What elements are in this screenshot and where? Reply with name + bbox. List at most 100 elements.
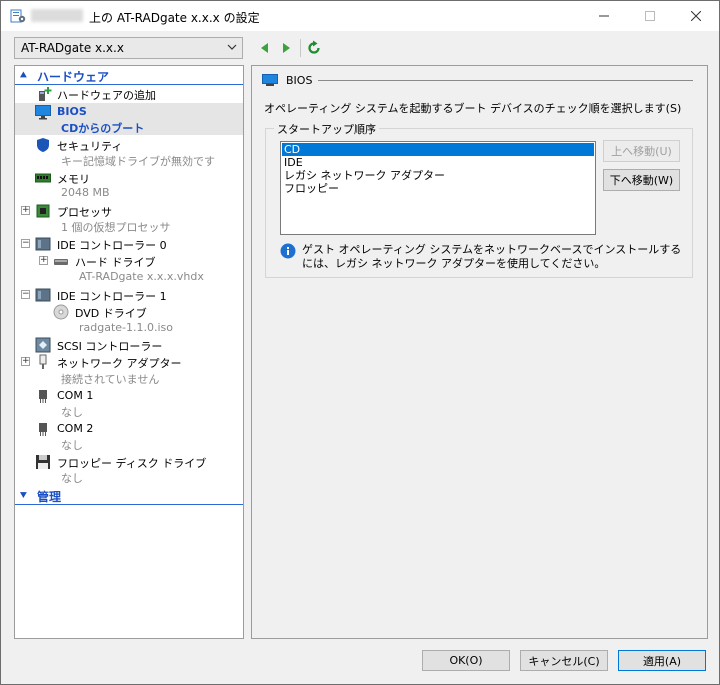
sidebar-item-detail: なし <box>61 472 83 485</box>
minimize-button[interactable] <box>581 1 627 31</box>
cancel-button[interactable]: キャンセル(C) <box>520 650 608 671</box>
back-arrow-icon[interactable] <box>257 40 273 56</box>
processor-icon <box>36 204 50 218</box>
expand-icon[interactable]: + <box>39 256 48 265</box>
sidebar-item-scsi-controller[interactable]: SCSI コントローラー <box>15 336 243 353</box>
sidebar-item-detail: CDからのブート <box>61 122 145 135</box>
sidebar-item-ide-controller-0[interactable]: − IDE コントローラー 0 <box>15 235 243 252</box>
com-port-icon <box>39 423 47 436</box>
sidebar-item-detail: radgate-1.1.0.iso <box>79 321 174 334</box>
close-button[interactable] <box>673 1 719 31</box>
dvd-disc-icon <box>53 304 69 320</box>
sidebar-item-detail: 1 個の仮想プロセッサ <box>61 221 171 234</box>
monitor-icon <box>35 105 51 120</box>
sidebar-item-label: IDE コントローラー 1 <box>57 290 167 303</box>
maximize-button[interactable] <box>627 1 673 31</box>
ok-button[interactable]: OK(O) <box>422 650 510 671</box>
floppy-disk-icon <box>36 455 50 469</box>
management-section-header[interactable]: ⯆ 管理 <box>15 487 243 505</box>
sidebar-item-dvd-drive[interactable]: DVD ドライブ radgate-1.1.0.iso <box>15 303 243 335</box>
expand-icon[interactable]: + <box>21 206 30 215</box>
sidebar-item-label: BIOS <box>57 105 87 118</box>
close-icon <box>691 11 701 21</box>
refresh-icon[interactable] <box>306 40 322 56</box>
boot-item-ide[interactable]: IDE <box>282 156 594 169</box>
hardware-section-label: ハードウェア <box>37 70 110 84</box>
collapse-icon: ⯅ <box>19 69 28 82</box>
vm-selector-dropdown[interactable]: AT-RADgate x.x.x <box>14 37 243 59</box>
sidebar-item-ide-controller-1[interactable]: − IDE コントローラー 1 <box>15 286 243 303</box>
info-icon <box>280 243 296 259</box>
panel-title-divider <box>318 80 693 81</box>
vm-selector-value: AT-RADgate x.x.x <box>21 41 124 55</box>
collapse-icon[interactable]: − <box>21 239 30 248</box>
sidebar-item-label: COM 1 <box>57 389 94 402</box>
bios-settings-panel: BIOS オペレーティング システムを起動するブート デバイスのチェック順を選択… <box>251 65 708 639</box>
add-hardware-icon <box>39 87 52 101</box>
sidebar-item-processor[interactable]: + プロセッサ 1 個の仮想プロセッサ <box>15 202 243 234</box>
sidebar-item-detail: なし <box>61 439 83 452</box>
startup-order-group: スタートアップ順序 CD IDE レガシ ネットワーク アダプター フロッピー … <box>265 121 693 278</box>
sidebar-item-com2[interactable]: COM 2 なし <box>15 420 243 452</box>
boot-order-list[interactable]: CD IDE レガシ ネットワーク アダプター フロッピー <box>280 141 596 235</box>
expand-icon[interactable]: + <box>21 357 30 366</box>
window-title: 上の AT-RADgate x.x.x の設定 <box>89 11 260 25</box>
startup-order-label: スタートアップ順序 <box>274 121 379 137</box>
ide-controller-icon <box>35 237 51 251</box>
panel-title: BIOS <box>286 74 313 87</box>
sidebar-item-label: ネットワーク アダプター <box>57 357 182 370</box>
forward-arrow-icon[interactable] <box>278 40 294 56</box>
sidebar-item-com1[interactable]: COM 1 なし <box>15 387 243 419</box>
hardware-section-header[interactable]: ⯅ ハードウェア <box>15 67 243 85</box>
sidebar-item-floppy-drive[interactable]: フロッピー ディスク ドライブ なし <box>15 453 243 485</box>
minimize-icon <box>599 15 609 17</box>
expand-section-icon: ⯆ <box>19 489 28 502</box>
boot-item-floppy[interactable]: フロッピー <box>282 182 594 195</box>
section-divider <box>15 504 243 505</box>
sidebar-item-bios[interactable]: BIOS CDからのブート <box>15 103 243 135</box>
move-up-button[interactable]: 上へ移動(U) <box>603 140 680 162</box>
sidebar-item-detail: キー記憶域ドライブが無効です <box>61 155 215 168</box>
sidebar-item-memory[interactable]: メモリ 2048 MB <box>15 169 243 201</box>
sidebar-item-network-adapter[interactable]: + ネットワーク アダプター 接続されていません <box>15 353 243 386</box>
sidebar-item-detail: なし <box>61 406 83 419</box>
sidebar-item-add-hardware[interactable]: ハードウェアの追加 <box>15 85 243 103</box>
sidebar-item-label: SCSI コントローラー <box>57 340 163 353</box>
shield-icon <box>37 138 49 152</box>
collapse-icon[interactable]: − <box>21 290 30 299</box>
maximize-icon <box>645 11 655 21</box>
info-message: ゲスト オペレーティング システムをネットワークベースでインストールするには、レ… <box>302 243 682 270</box>
title-bar: 上の AT-RADgate x.x.x の設定 <box>1 1 719 31</box>
boot-item-cd[interactable]: CD <box>282 143 594 156</box>
hardware-tree: ⯅ ハードウェア ハードウェアの追加 BIOS CDからのブート セキュリティ … <box>14 65 244 639</box>
com-port-icon <box>39 390 47 403</box>
sidebar-item-label: プロセッサ <box>57 206 112 219</box>
scsi-controller-icon <box>35 337 51 353</box>
boot-order-description: オペレーティング システムを起動するブート デバイスのチェック順を選択します(S… <box>264 102 682 115</box>
settings-window: 上の AT-RADgate x.x.x の設定 AT-RADgate x.x.x… <box>0 0 720 685</box>
sidebar-item-label: DVD ドライブ <box>75 307 147 320</box>
monitor-icon <box>262 74 278 86</box>
sidebar-item-detail: AT-RADgate x.x.x.vhdx <box>79 270 204 283</box>
sidebar-item-hard-drive[interactable]: + ハード ドライブ AT-RADgate x.x.x.vhdx <box>15 252 243 285</box>
sidebar-item-label: ハード ドライブ <box>75 256 156 269</box>
boot-item-legacy-network-adapter[interactable]: レガシ ネットワーク アダプター <box>282 169 594 182</box>
sidebar-item-detail: 接続されていません <box>61 373 160 386</box>
sidebar-item-label: IDE コントローラー 0 <box>57 239 167 252</box>
management-section-label: 管理 <box>37 490 62 504</box>
hard-drive-icon <box>54 259 68 265</box>
sidebar-item-security[interactable]: セキュリティ キー記憶域ドライブが無効です <box>15 136 243 168</box>
move-down-button[interactable]: 下へ移動(W) <box>603 169 680 191</box>
memory-icon <box>35 173 51 183</box>
chevron-down-icon <box>227 44 237 50</box>
sidebar-item-label: フロッピー ディスク ドライブ <box>57 457 207 470</box>
sidebar-item-label: ハードウェアの追加 <box>57 89 156 102</box>
sidebar-item-detail: 2048 MB <box>61 186 110 199</box>
apply-button[interactable]: 適用(A) <box>618 650 706 671</box>
sidebar-item-label: セキュリティ <box>57 140 123 153</box>
toolbar-separator <box>300 39 301 57</box>
redacted-host-name <box>31 9 83 22</box>
sidebar-item-label: メモリ <box>57 173 90 186</box>
ide-controller-icon <box>35 288 51 302</box>
network-adapter-icon <box>39 354 47 369</box>
